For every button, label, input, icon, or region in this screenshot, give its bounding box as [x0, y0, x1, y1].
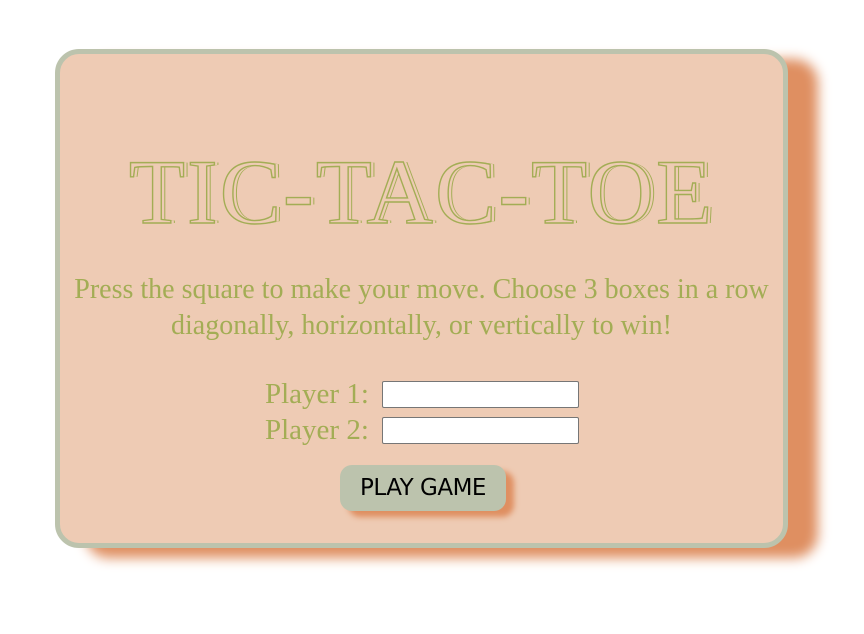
player-1-row: Player 1: [265, 376, 579, 412]
player-2-row: Player 2: [265, 412, 579, 448]
player-2-label: Player 2: [265, 413, 369, 446]
player-2-input[interactable] [382, 416, 579, 444]
game-setup-card: TIC-TAC-TOE Press the square to make you… [55, 49, 788, 548]
player-1-label: Player 1: [265, 377, 369, 410]
player-name-form: Player 1: Player 2: [265, 376, 579, 448]
page-title: TIC-TAC-TOE [128, 141, 715, 243]
instructions-text: Press the square to make your move. Choo… [74, 274, 769, 341]
player-1-input[interactable] [382, 380, 579, 408]
play-game-button[interactable]: PLAY GAME [340, 465, 506, 511]
